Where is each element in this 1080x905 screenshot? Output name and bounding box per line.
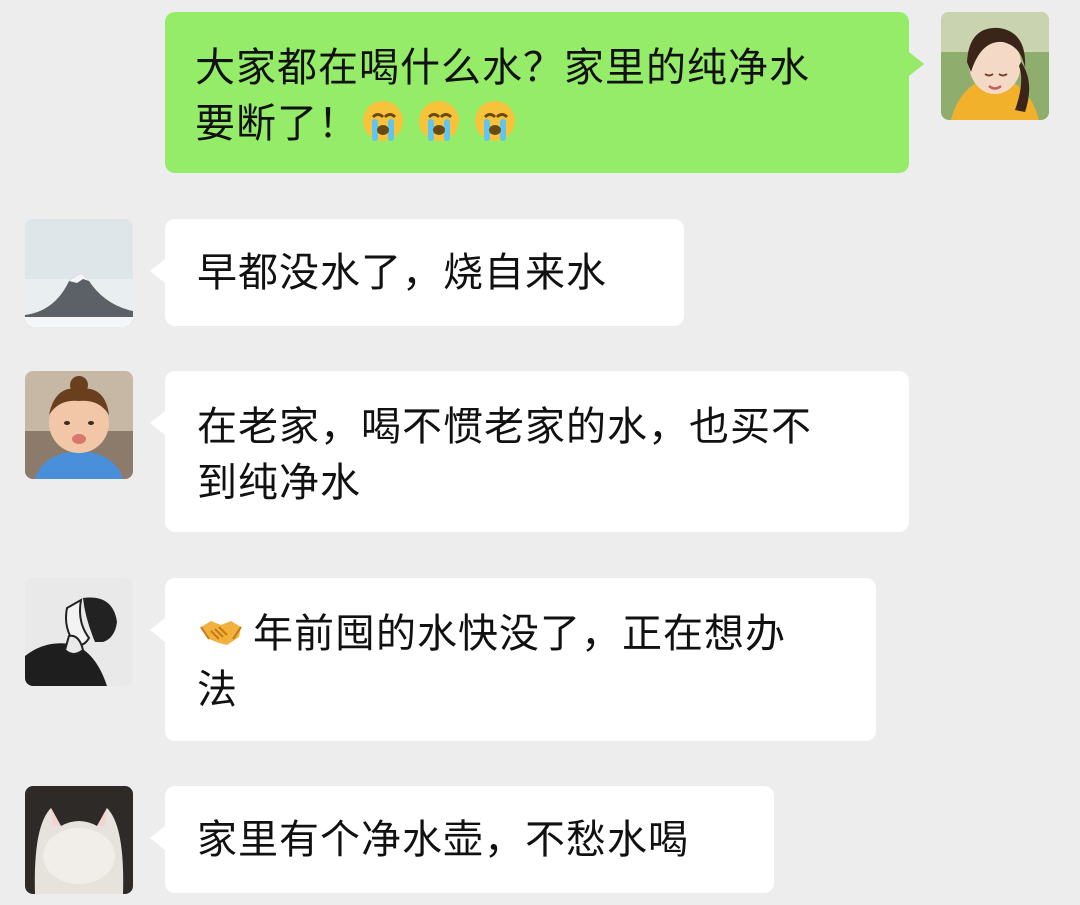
avatar-cat[interactable] [25,786,133,894]
message-text-line: 要断了！ [195,96,879,152]
handshake-icon [197,607,245,655]
bubble-tail [150,411,165,435]
message-text-line: 大家都在喝什么水？家里的纯净水 [195,45,810,91]
loudly-crying-face-icon [359,97,407,145]
bubble-tail [909,52,924,76]
avatar-sketch[interactable] [25,578,133,686]
message-text-line: 法 [197,667,238,713]
message-bubble-other[interactable]: 家里有个净水壶，不愁水喝 [150,786,774,893]
message-bubble-other[interactable]: 年前囤的水快没了，正在想办 法 [150,578,876,741]
avatar-self[interactable] [941,12,1049,120]
avatar-baby[interactable] [25,371,133,479]
bubble-tail [150,618,165,642]
message-text: 家里有个净水壶，不愁水喝 [197,817,689,863]
bubble-tail [150,259,165,283]
loudly-crying-face-icon [471,97,519,145]
message-text-line: 到纯净水 [197,460,361,506]
bubble-tail [150,826,165,850]
message-text: 早都没水了，烧自来水 [197,250,607,296]
message-text-line: 年前囤的水快没了，正在想办 [197,606,844,662]
avatar-mountain[interactable] [25,219,133,327]
message-bubble-other[interactable]: 早都没水了，烧自来水 [150,219,684,326]
message-bubble-self[interactable]: 大家都在喝什么水？家里的纯净水 要断了！ [165,12,924,173]
message-bubble-other[interactable]: 在老家，喝不惯老家的水，也买不 到纯净水 [150,371,909,532]
loudly-crying-face-icon [415,97,463,145]
message-text-line: 在老家，喝不惯老家的水，也买不 [197,404,812,450]
